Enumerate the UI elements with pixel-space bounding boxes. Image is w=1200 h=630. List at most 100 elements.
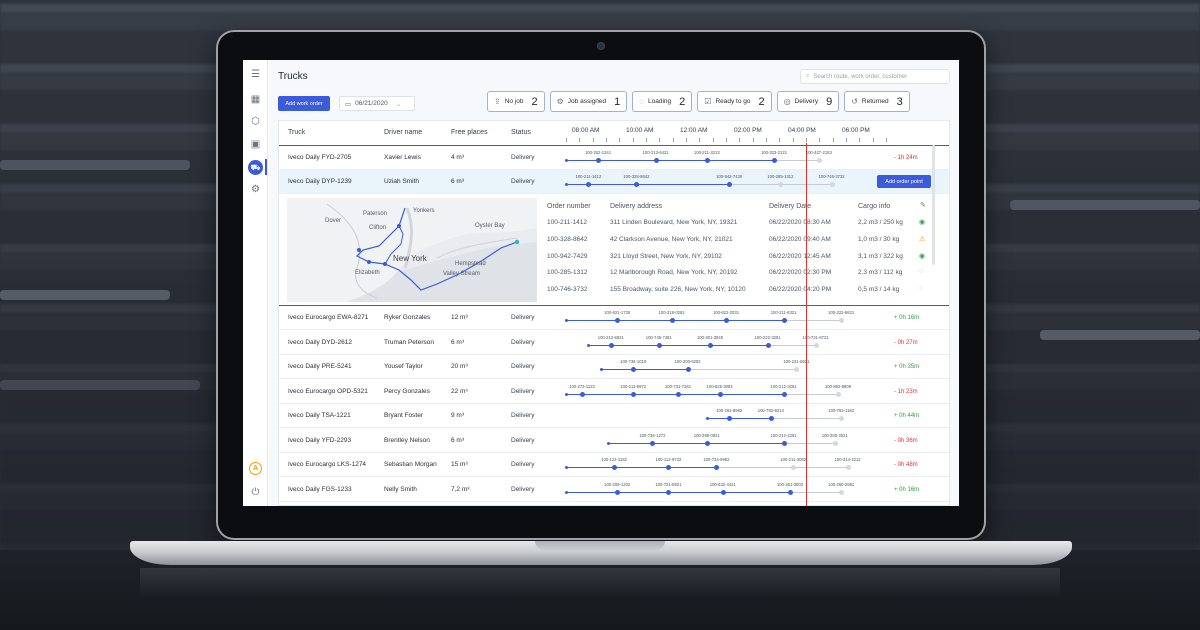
avatar[interactable]: A (249, 462, 262, 475)
status-filter-returned[interactable]: ↺ Returned 3 (844, 91, 910, 112)
order-point[interactable] (615, 489, 621, 495)
table-row[interactable]: Iveco Daily TSA-1221 Bryant Foster 9 m³ Del… (279, 404, 949, 428)
status-filter-delivery[interactable]: ◎ Delivery 9 (776, 91, 840, 112)
order-point[interactable] (615, 318, 621, 323)
order-point[interactable] (685, 367, 691, 372)
time-label: 08:00 AM (572, 127, 600, 134)
order-point[interactable] (634, 182, 640, 187)
date-picker[interactable]: ▭ 06/21/2020 ⌄ (339, 96, 415, 111)
order-point[interactable] (778, 182, 784, 187)
status-text: Delivery (511, 485, 535, 493)
table-row[interactable]: Iveco Eurocargo EWA-8271 Ryker Gonzales 12… (279, 306, 949, 330)
truck-name: Iveco Daily TSA-1221 (288, 412, 351, 419)
status-filter-ready-to-go[interactable]: ☑ Ready to go 2 (697, 91, 772, 112)
route-timeline[interactable]: 100-736-1272 100-298-0921 100-212-4261 100-… (566, 429, 886, 453)
status-filter-loading[interactable]: ◌ Loading 2 (632, 91, 693, 112)
route-timeline[interactable]: 100-736-1010 100-200-6292 100-231-8621 (566, 355, 886, 379)
table-row[interactable]: Iveco Daily YFD-2293 Brentley Nelson 6 m³ D… (279, 429, 949, 453)
order-point[interactable] (832, 440, 838, 446)
route-timeline[interactable]: 100-621-1726 100-318-0281 100-622-2031 100-… (565, 306, 886, 330)
order-point[interactable] (724, 318, 729, 323)
order-point[interactable] (666, 489, 672, 495)
table-row[interactable]: Iveco Daily PRE-5241 Yousef Taylor 20 m³ De… (279, 355, 949, 379)
settings-icon[interactable]: ⚙ (249, 183, 262, 196)
time-tick (819, 138, 821, 142)
order-point[interactable] (631, 391, 637, 397)
order-point[interactable] (813, 342, 819, 348)
order-point[interactable] (656, 342, 662, 348)
order-point[interactable] (768, 416, 774, 421)
table-row[interactable]: Iveco Daily DYP-1239 Uziah Smith 6 m³ Deliv… (279, 170, 949, 194)
order-point[interactable] (653, 158, 659, 163)
order-point[interactable] (794, 367, 800, 372)
header-truck[interactable]: Truck (288, 129, 305, 136)
order-point-label: 100-213-6421 (642, 150, 669, 155)
order-point[interactable] (631, 367, 637, 372)
search-input[interactable]: ⌕ Search route, work order, customer (800, 69, 950, 84)
order-point[interactable] (839, 318, 845, 323)
order-point[interactable] (586, 182, 592, 187)
order-point[interactable] (816, 158, 822, 163)
order-point[interactable] (580, 391, 585, 397)
box-icon[interactable]: ⬡ (249, 115, 262, 128)
status-filter-job-assigned[interactable]: ⚙ Job assigned 1 (549, 91, 628, 112)
order-point[interactable] (727, 416, 733, 421)
order-point[interactable] (596, 158, 601, 163)
order-point[interactable] (717, 391, 723, 397)
route-timeline[interactable]: 100-211-1412 100-328-8642 100-942-7429 100-… (565, 170, 886, 194)
table-row[interactable]: Iveco Daily FYD-2705 Xavier Lewis 4 m³ Deli… (279, 146, 949, 170)
order-point[interactable] (788, 489, 793, 495)
route-timeline[interactable]: 100-212-6821 100-746-7481 100-301-3940 100-… (566, 331, 886, 355)
order-point[interactable] (781, 440, 787, 446)
route-timeline[interactable]: 100-262-1241 100-213-6421 100-211-3213 100-… (565, 146, 886, 170)
header-driver[interactable]: Driver name (384, 129, 422, 136)
order-point[interactable] (708, 342, 713, 348)
edit-icon[interactable]: ✎ (920, 201, 926, 209)
route-timeline[interactable]: 100-122-1182 100-112-9732 100-734-9982 100-… (565, 453, 886, 477)
order-point[interactable] (839, 489, 845, 495)
header-status[interactable]: Status (511, 129, 531, 136)
order-point-label: 100-112-9732 (655, 457, 682, 462)
order-point[interactable] (666, 465, 672, 470)
order-point[interactable] (839, 416, 845, 421)
table-row[interactable]: Iveco Eurocargo OPD-5321 Percy Gonzales 22… (279, 380, 949, 404)
order-point[interactable] (727, 182, 733, 187)
timeline-track (601, 369, 688, 370)
scrollbar[interactable] (932, 145, 935, 265)
order-point[interactable] (781, 318, 787, 323)
order-point[interactable] (669, 318, 675, 323)
time-tick (646, 138, 647, 142)
order-point[interactable] (765, 342, 771, 348)
add-work-order-button[interactable]: Add work order (278, 96, 330, 111)
order-point[interactable] (650, 440, 656, 446)
order-point[interactable] (612, 465, 617, 470)
route-timeline[interactable]: 100-273-1123 100-211-6972 100-731-7261 100-… (565, 380, 886, 404)
order-point[interactable] (845, 465, 851, 470)
order-point[interactable] (781, 391, 787, 397)
menu-icon[interactable]: ☰ (249, 68, 262, 81)
order-point[interactable] (704, 440, 710, 446)
order-point[interactable] (836, 391, 841, 397)
table-row[interactable]: Iveco Daily FGS-1233 Nelly Smith 7,2 m³ Del… (279, 478, 949, 502)
route-timeline[interactable]: 100-261-8962 100-782-9213 100-782-1182 (566, 404, 886, 428)
order-point[interactable] (772, 158, 777, 163)
status-filter-no-job[interactable]: ⇪ No job 2 (487, 91, 545, 112)
order-point[interactable] (704, 158, 710, 163)
table-row[interactable]: Iveco Eurocargo LKS-1274 Sebastian Morgan… (279, 453, 949, 477)
dashboard-icon[interactable]: ▦ (249, 93, 262, 106)
table-row[interactable]: Iveco Daily DYD-2612 Truman Peterson 6 m³ D… (279, 331, 949, 355)
power-icon[interactable]: ⏻ (249, 486, 262, 499)
route-timeline[interactable]: 100-209-1202 100-721-8921 100-632-4421 100-… (565, 478, 886, 502)
header-free-places[interactable]: Free places (451, 129, 488, 136)
order-point[interactable] (829, 182, 835, 187)
order-point[interactable] (791, 465, 797, 470)
add-order-point-button[interactable]: Add order point (877, 175, 931, 188)
route-map[interactable]: Paterson Yonkers Clifton Dover Oyster Ba… (287, 198, 537, 302)
truck-icon[interactable]: ⛟ (248, 160, 263, 175)
time-tick (712, 138, 714, 142)
order-point[interactable] (608, 342, 614, 348)
order-point[interactable] (714, 465, 720, 470)
order-point[interactable] (676, 391, 681, 397)
order-point[interactable] (720, 489, 726, 495)
clipboard-icon[interactable]: ▣ (249, 138, 262, 151)
